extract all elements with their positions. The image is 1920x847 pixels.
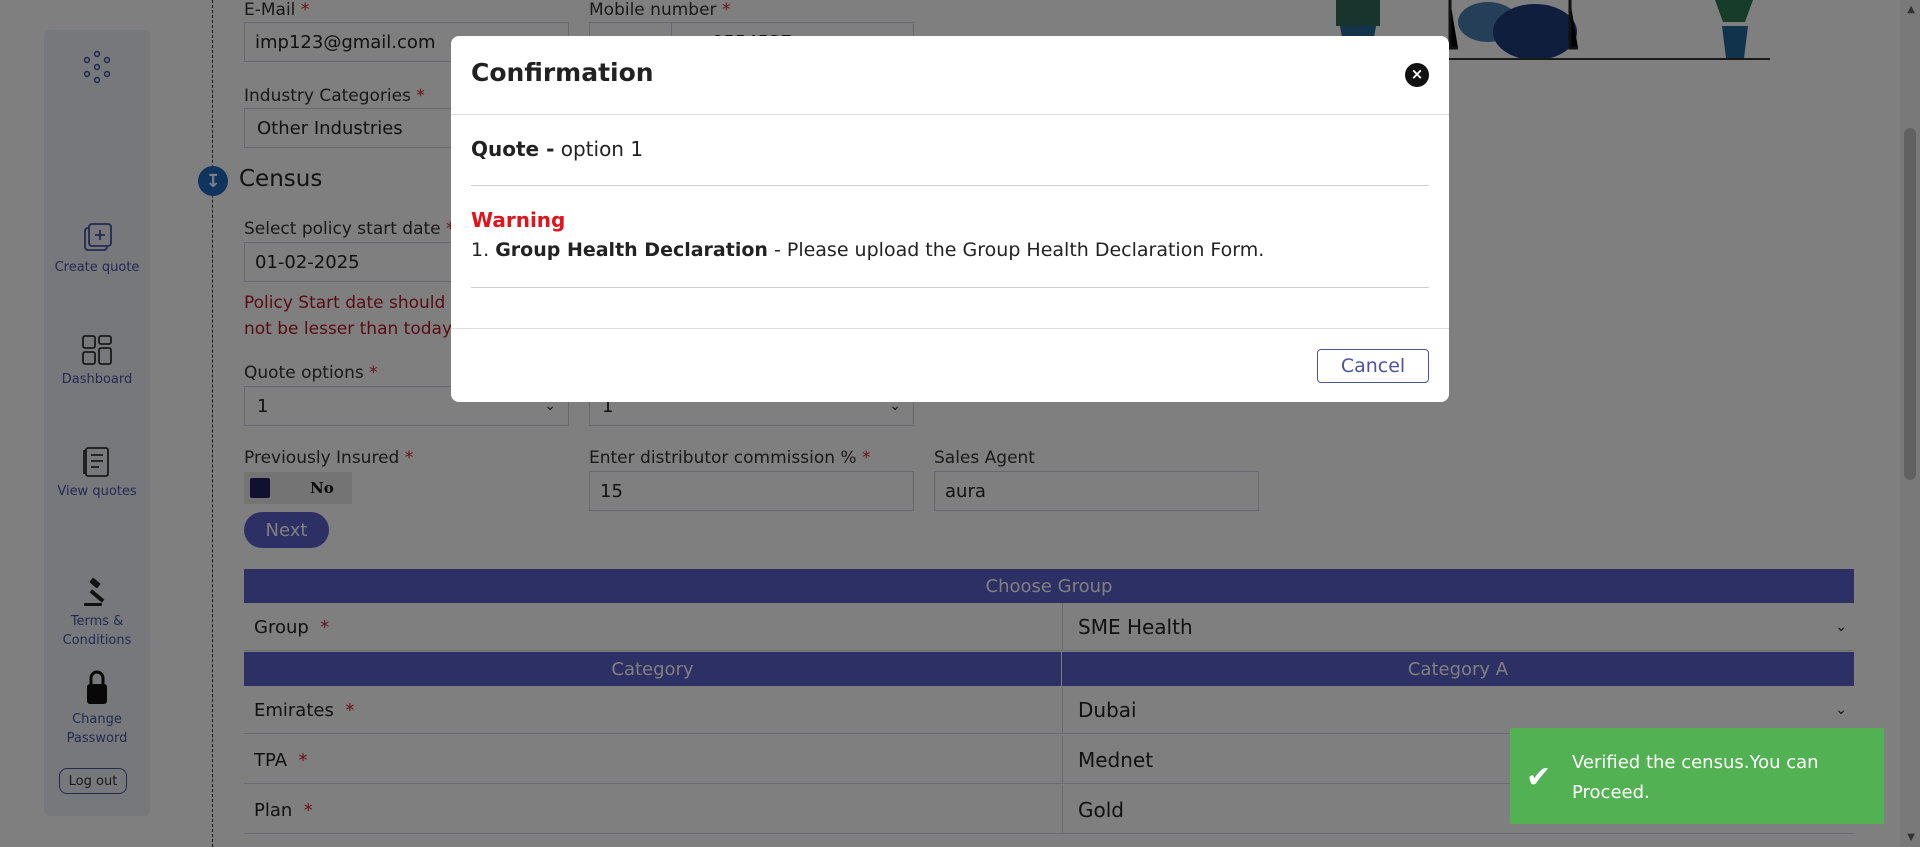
close-icon[interactable]: × xyxy=(1405,63,1429,87)
warning-item: 1. Group Health Declaration - Please upl… xyxy=(471,239,1265,261)
toast-message: Verified the census.You can Proceed. xyxy=(1572,752,1819,803)
dialog-header: Confirmation × xyxy=(451,36,1449,115)
success-toast[interactable]: ✔ Verified the census.You can Proceed. xyxy=(1510,728,1884,824)
dialog-footer xyxy=(451,328,1449,329)
warning-label: Warning xyxy=(471,208,566,232)
quote-heading: Quote - option 1 xyxy=(471,137,644,161)
cancel-button[interactable]: Cancel xyxy=(1317,349,1429,383)
divider xyxy=(471,185,1429,186)
dialog-title: Confirmation xyxy=(471,58,654,87)
divider xyxy=(471,287,1429,288)
check-icon: ✔ xyxy=(1526,760,1552,795)
confirmation-dialog: Confirmation × Quote - option 1 Warning … xyxy=(451,36,1449,402)
